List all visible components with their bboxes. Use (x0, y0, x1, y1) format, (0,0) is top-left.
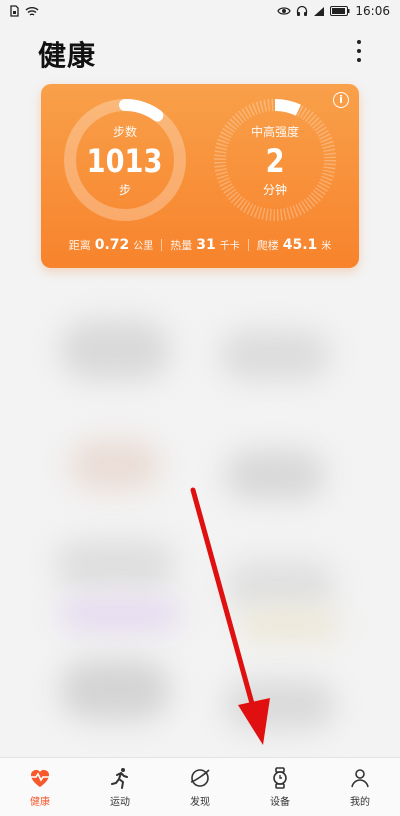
nav-item-health[interactable]: 健康 (3, 761, 77, 813)
battery-icon (330, 6, 350, 16)
stat-label: 爬楼 (256, 239, 279, 252)
stat-unit: 千卡 (219, 241, 240, 252)
stat-distance: 距离 0.72 公里 (61, 237, 162, 253)
stat-value: 31 (196, 237, 216, 253)
steps-label: 步数 (112, 124, 137, 139)
stats-row: 距离 0.72 公里 热量 31 千卡 爬楼 45.1 米 (41, 237, 359, 253)
active-minutes-label: 中高强度 (250, 124, 299, 139)
blurred-content-area (0, 280, 400, 760)
nav-label: 设备 (270, 797, 290, 808)
active-minutes-value: 2 (265, 141, 285, 180)
watch-icon (273, 767, 287, 789)
headphones-icon (297, 5, 308, 16)
active-minutes-ring[interactable]: 中高强度 2 分钟 (211, 96, 339, 224)
nav-label: 健康 (30, 797, 50, 808)
activity-summary-card[interactable]: i 步数 1013 步 中高强度 2 分钟 距离 0.72 公里 热量 31 千… (41, 84, 359, 268)
stat-value: 45.1 (282, 237, 318, 253)
bottom-navigation: 健康 运动 发现 设备 我的 (0, 757, 400, 816)
person-icon (351, 769, 369, 788)
status-time: 16:06 (355, 4, 390, 18)
stat-label: 热量 (170, 239, 193, 252)
nav-label: 运动 (110, 797, 130, 808)
stat-unit: 米 (321, 241, 332, 252)
stat-floors: 爬楼 45.1 米 (249, 237, 340, 253)
nav-label: 我的 (350, 797, 370, 808)
more-options-icon[interactable] (354, 40, 364, 62)
wifi-icon (25, 6, 39, 16)
eye-icon (277, 7, 292, 15)
steps-ring[interactable]: 步数 1013 步 (61, 96, 189, 224)
active-minutes-unit: 分钟 (262, 182, 287, 197)
stat-value: 0.72 (94, 237, 130, 253)
page-title: 健康 (38, 39, 97, 72)
nav-item-exercise[interactable]: 运动 (83, 761, 157, 813)
nav-label: 发现 (190, 797, 210, 808)
steps-value: 1013 (87, 141, 163, 180)
planet-icon (190, 769, 210, 787)
steps-unit: 步 (118, 182, 131, 197)
signal-icon (314, 6, 325, 16)
nav-item-me[interactable]: 我的 (323, 761, 397, 813)
stat-calories: 热量 31 千卡 (162, 237, 247, 253)
heart-pulse-icon (31, 770, 49, 787)
nav-item-devices[interactable]: 设备 (243, 761, 317, 813)
stat-unit: 公里 (133, 241, 154, 252)
status-bar: 16:06 (0, 0, 400, 26)
stat-label: 距离 (68, 239, 91, 252)
nav-item-discover[interactable]: 发现 (163, 761, 237, 813)
sim-card-icon (10, 5, 19, 17)
running-icon (111, 768, 128, 789)
